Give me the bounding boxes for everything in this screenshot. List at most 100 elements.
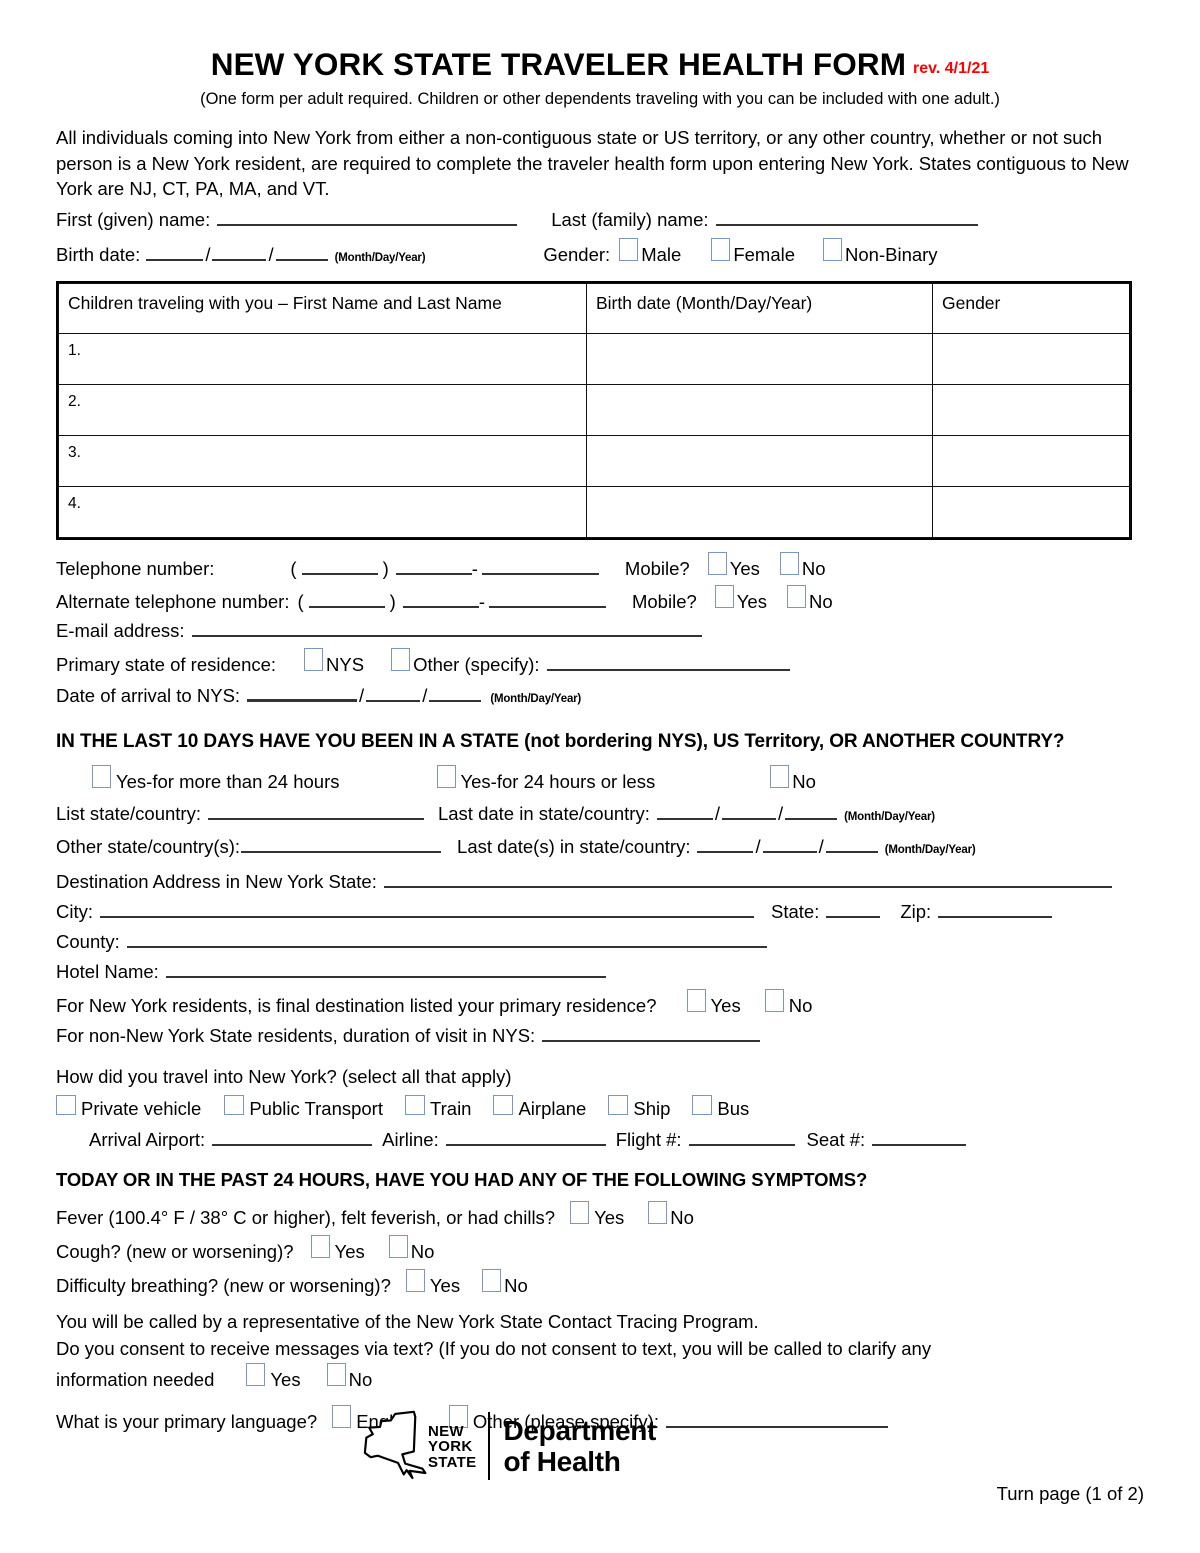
last-date-month-input[interactable]: [656, 801, 713, 820]
consent-no-label: No: [348, 1368, 373, 1390]
birth-year-input[interactable]: [275, 242, 328, 261]
last10-less-24h-label: Yes-for 24 hours or less: [460, 770, 656, 792]
primary-state-other-input[interactable]: [546, 652, 790, 671]
child-birthdate-cell[interactable]: [586, 485, 933, 538]
arrival-year-input[interactable]: [429, 683, 482, 702]
last-name-input[interactable]: [715, 207, 978, 226]
alt-telephone-prefix-input[interactable]: [402, 589, 479, 608]
last10-more-24h-checkbox[interactable]: [92, 764, 111, 788]
telephone-prefix-input[interactable]: [395, 556, 472, 575]
travel-airplane-checkbox[interactable]: [493, 1094, 514, 1115]
symptom-cough-row: Cough? (new or worsening)? Yes No: [56, 1234, 1144, 1264]
county-input[interactable]: [126, 929, 767, 948]
alt-telephone-line-input[interactable]: [488, 589, 606, 608]
last-dates-year-input[interactable]: [825, 834, 878, 853]
child-row-number[interactable]: 4.: [58, 485, 587, 538]
symptom-breathing-yes-checkbox[interactable]: [405, 1268, 425, 1292]
child-gender-cell[interactable]: [932, 383, 1131, 436]
travel-private-vehicle-checkbox[interactable]: [56, 1094, 76, 1115]
primary-residence-row: For New York residents, is final destina…: [56, 988, 1144, 1018]
symptom-breathing-no-checkbox[interactable]: [482, 1268, 502, 1292]
city-input[interactable]: [100, 899, 754, 918]
last-dates-month-input[interactable]: [697, 834, 754, 853]
alt-telephone-mobile-no-checkbox[interactable]: [786, 584, 806, 608]
other-state-input[interactable]: [241, 834, 442, 853]
telephone-areacode-input[interactable]: [301, 556, 378, 575]
arrival-month-input[interactable]: [247, 682, 358, 702]
logo-line-new: NEW: [428, 1422, 464, 1440]
travel-bus-checkbox[interactable]: [692, 1094, 713, 1115]
birth-day-input[interactable]: [212, 242, 267, 261]
last10-options-row: Yes-for more than 24 hours Yes-for 24 ho…: [56, 764, 1144, 794]
travel-ship-checkbox[interactable]: [608, 1094, 629, 1115]
consent-yes-label: Yes: [270, 1368, 301, 1390]
zip-input[interactable]: [938, 899, 1053, 918]
telephone-mobile-no-checkbox[interactable]: [779, 551, 799, 575]
child-birthdate-cell[interactable]: [586, 332, 933, 385]
table-row: 2.: [58, 383, 1131, 436]
consent-yes-checkbox[interactable]: [246, 1362, 266, 1386]
gender-female-checkbox[interactable]: [711, 237, 731, 261]
last10-less-24h-checkbox[interactable]: [436, 764, 456, 788]
gender-label: Gender:: [543, 243, 611, 265]
alt-telephone-label: Alternate telephone number:: [56, 590, 290, 612]
child-gender-cell[interactable]: [932, 485, 1131, 538]
symptom-cough-no-label: No: [410, 1240, 435, 1262]
travel-train-checkbox[interactable]: [405, 1094, 425, 1115]
child-row-number[interactable]: 2.: [58, 383, 587, 436]
primary-residence-yes-checkbox[interactable]: [686, 988, 706, 1012]
arrival-day-input[interactable]: [366, 683, 421, 702]
alt-telephone-areacode-input[interactable]: [308, 589, 385, 608]
arrival-airport-input[interactable]: [212, 1127, 373, 1146]
symptoms-heading: TODAY OR IN THE PAST 24 HOURS, HAVE YOU …: [56, 1168, 868, 1190]
primary-state-other-checkbox[interactable]: [391, 647, 411, 671]
child-row-number[interactable]: 3.: [58, 434, 587, 487]
last-date-day-input[interactable]: [721, 801, 776, 820]
city-state-zip-row: City: State: Zip:: [56, 899, 1144, 924]
birth-month-input[interactable]: [146, 242, 204, 261]
intro-paragraph: All individuals coming into New York fro…: [56, 127, 1129, 199]
first-name-input[interactable]: [217, 207, 518, 226]
alt-telephone-row: Alternate telephone number: ( ) - Mobile…: [56, 584, 1144, 614]
gender-male-checkbox[interactable]: [619, 237, 639, 261]
last-dates-day-input[interactable]: [762, 834, 817, 853]
symptom-fever-no-checkbox[interactable]: [648, 1200, 668, 1224]
seat-number-input[interactable]: [872, 1127, 967, 1146]
child-row-number[interactable]: 1.: [58, 332, 587, 385]
flight-number-label: Flight #:: [615, 1128, 682, 1150]
child-gender-cell[interactable]: [932, 332, 1131, 385]
travel-private-vehicle-label: Private vehicle: [81, 1097, 202, 1119]
table-row: 3.: [58, 434, 1131, 487]
consent-no-checkbox[interactable]: [326, 1362, 346, 1386]
primary-state-nys-checkbox[interactable]: [304, 647, 324, 671]
hotel-input[interactable]: [165, 959, 606, 978]
county-row: County:: [56, 929, 1144, 954]
destination-address-input[interactable]: [383, 869, 1112, 888]
child-gender-cell[interactable]: [932, 434, 1131, 487]
telephone-label: Telephone number:: [56, 557, 215, 579]
state-input[interactable]: [826, 899, 881, 918]
destination-address-row: Destination Address in New York State:: [56, 869, 1144, 894]
airline-label: Airline:: [382, 1128, 439, 1150]
gender-nonbinary-checkbox[interactable]: [823, 237, 843, 261]
flight-number-input[interactable]: [688, 1127, 795, 1146]
duration-row: For non-New York State residents, durati…: [56, 1023, 1144, 1048]
child-birthdate-cell[interactable]: [586, 434, 933, 487]
birthdate-gender-row: Birth date: / / (Month/Day/Year) Gender:…: [56, 237, 1144, 271]
alt-telephone-mobile-yes-checkbox[interactable]: [714, 584, 734, 608]
child-birthdate-cell[interactable]: [586, 383, 933, 436]
travel-public-transport-checkbox[interactable]: [224, 1094, 245, 1115]
primary-residence-no-checkbox[interactable]: [764, 988, 784, 1012]
symptom-cough-no-checkbox[interactable]: [388, 1234, 408, 1258]
new-york-state-map-icon: [363, 1410, 427, 1480]
email-input[interactable]: [191, 618, 702, 637]
telephone-line-input[interactable]: [481, 556, 599, 575]
airline-input[interactable]: [445, 1127, 606, 1146]
symptom-cough-yes-checkbox[interactable]: [310, 1234, 330, 1258]
list-state-input[interactable]: [207, 801, 424, 820]
last10-no-checkbox[interactable]: [770, 764, 790, 788]
symptom-fever-yes-checkbox[interactable]: [570, 1200, 590, 1224]
telephone-mobile-yes-checkbox[interactable]: [707, 551, 727, 575]
last-date-year-input[interactable]: [785, 801, 838, 820]
duration-input[interactable]: [542, 1023, 761, 1042]
